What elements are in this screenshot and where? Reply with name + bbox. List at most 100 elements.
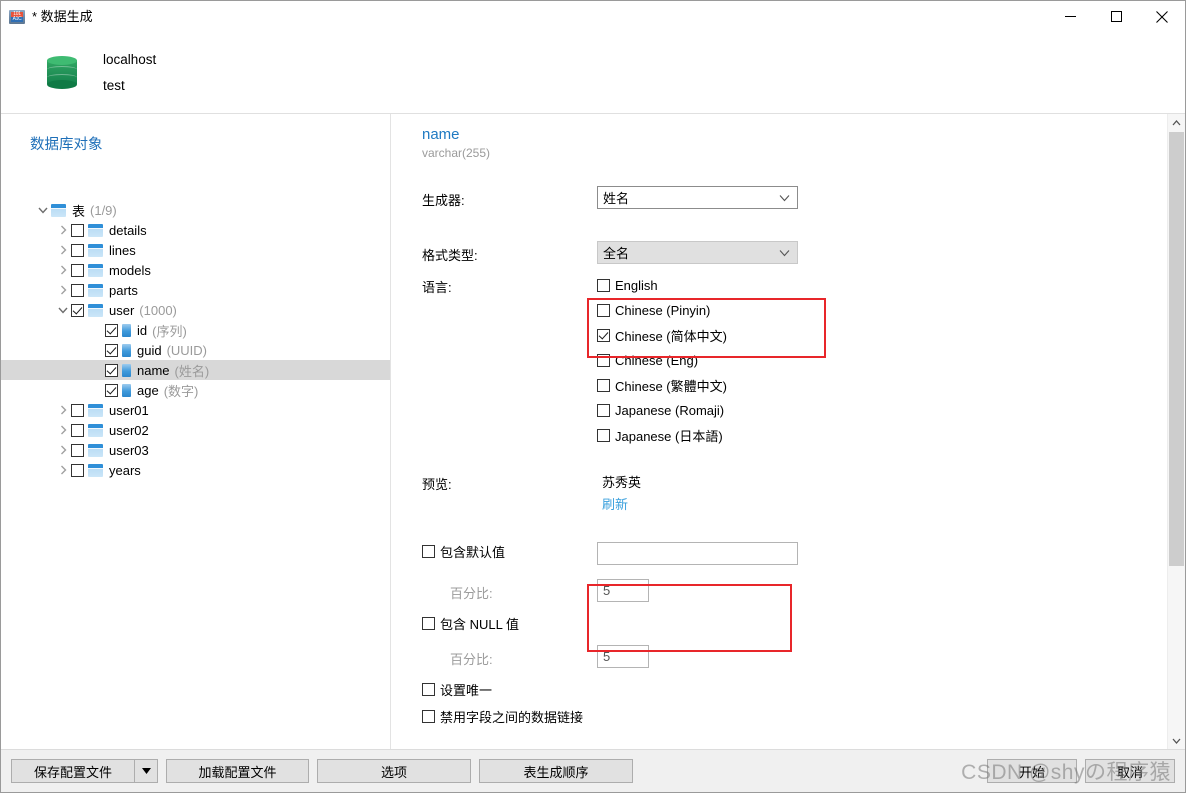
tree-checkbox-parts[interactable] xyxy=(71,283,84,297)
chevron-right-icon[interactable] xyxy=(55,282,71,298)
tree-checkbox-lines[interactable] xyxy=(71,243,84,257)
tree-checkbox-user02[interactable] xyxy=(71,423,84,437)
null-percent-label: 百分比: xyxy=(450,652,493,667)
tree-checkbox-details[interactable] xyxy=(71,223,84,237)
language-option[interactable]: Japanese (Romaji) xyxy=(597,398,727,423)
tree-item-label: user02 xyxy=(109,422,149,438)
object-tree[interactable]: 表 (1/9) details lines models parts user (1000) i… xyxy=(1,200,390,480)
maximize-button[interactable] xyxy=(1093,1,1139,32)
table-order-button[interactable]: 表生成顺序 xyxy=(479,759,633,783)
tree-item-user01[interactable]: user01 xyxy=(1,400,390,420)
include-null-checkbox[interactable]: 包含 NULL 值 xyxy=(422,614,597,633)
tree-item-parts[interactable]: parts xyxy=(1,280,390,300)
tree-item-age[interactable]: age (数字) xyxy=(1,380,390,400)
disable-data-link-label: 禁用字段之间的数据链接 xyxy=(440,710,584,725)
tree-item-lines[interactable]: lines xyxy=(1,240,390,260)
tree-checkbox-user03[interactable] xyxy=(71,443,84,457)
language-option-label: Chinese (Eng) xyxy=(615,353,699,368)
cancel-button[interactable]: 取消 xyxy=(1085,759,1175,783)
scroll-up-button[interactable] xyxy=(1168,114,1185,131)
form-scrollbar[interactable] xyxy=(1167,114,1185,749)
load-profile-button[interactable]: 加载配置文件 xyxy=(166,759,309,783)
language-option[interactable]: English xyxy=(597,273,727,298)
tree-item-meta: (序列) xyxy=(152,323,187,339)
tree-item-label: guid xyxy=(137,342,162,358)
tree-item-name[interactable]: name (姓名) xyxy=(1,360,390,380)
default-percent-input[interactable]: 5 xyxy=(597,579,649,602)
chevron-down-icon[interactable] xyxy=(35,202,51,218)
table-group-icon xyxy=(51,203,66,217)
tree-checkbox-id[interactable] xyxy=(105,323,118,337)
format-type-value: 全名 xyxy=(603,246,630,261)
set-unique-checkbox[interactable]: 设置唯一 xyxy=(422,680,492,699)
table-icon xyxy=(88,223,103,237)
language-option[interactable]: Chinese (Pinyin) xyxy=(597,298,727,323)
column-icon xyxy=(122,363,131,377)
tree-checkbox-age[interactable] xyxy=(105,383,118,397)
chevron-right-icon[interactable] xyxy=(55,242,71,258)
language-option[interactable]: Japanese (日本語) xyxy=(597,423,727,448)
format-type-select[interactable]: 全名 xyxy=(597,241,798,264)
app-icon: 101 A1C xyxy=(9,9,25,25)
tree-item-meta: (1000) xyxy=(139,302,177,318)
tree-item-details[interactable]: details xyxy=(1,220,390,240)
include-default-checkbox[interactable]: 包含默认值 xyxy=(422,542,597,561)
minimize-button[interactable] xyxy=(1047,1,1093,32)
chevron-down-icon[interactable] xyxy=(55,302,71,318)
language-option[interactable]: Chinese (繁體中文) xyxy=(597,373,727,398)
connection-host: localhost xyxy=(103,52,157,68)
table-icon xyxy=(88,443,103,457)
tree-checkbox-years[interactable] xyxy=(71,463,84,477)
close-button[interactable] xyxy=(1139,1,1185,32)
options-button[interactable]: 选项 xyxy=(317,759,471,783)
scrollbar-thumb[interactable] xyxy=(1169,132,1184,566)
tree-item-label: lines xyxy=(109,242,136,258)
include-default-input[interactable] xyxy=(597,542,798,565)
null-percent-input[interactable]: 5 xyxy=(597,645,649,668)
database-icon xyxy=(47,56,77,90)
title-bar: 101 A1C * 数据生成 xyxy=(1,1,1185,33)
tree-checkbox-models[interactable] xyxy=(71,263,84,277)
table-icon xyxy=(88,243,103,257)
tree-item-user02[interactable]: user02 xyxy=(1,420,390,440)
language-option-label: English xyxy=(615,278,658,293)
field-type: varchar(255) xyxy=(422,146,491,160)
start-button[interactable]: 开始 xyxy=(987,759,1077,783)
tree-item-models[interactable]: models xyxy=(1,260,390,280)
language-option[interactable]: Chinese (Eng) xyxy=(597,348,727,373)
tree-item-meta: (数字) xyxy=(163,383,199,399)
save-profile-dropdown-arrow[interactable] xyxy=(134,760,157,782)
connection-info: localhost test xyxy=(103,47,156,98)
generator-select[interactable]: 姓名 xyxy=(597,186,798,209)
save-profile-button[interactable]: 保存配置文件 xyxy=(11,759,158,783)
generator-form: 生成器: 姓名 格式类型: 全名 语言: English Chinese (Pi… xyxy=(391,186,1185,726)
chevron-right-icon[interactable] xyxy=(55,222,71,238)
preview-refresh-link[interactable]: 刷新 xyxy=(602,494,798,516)
language-option[interactable]: Chinese (简体中文) xyxy=(597,323,727,348)
table-icon xyxy=(88,403,103,417)
checkbox-box xyxy=(597,329,610,342)
tree-item-years[interactable]: years xyxy=(1,460,390,480)
tree-item-label: years xyxy=(109,462,141,478)
default-percent-label: 百分比: xyxy=(450,586,493,601)
chevron-right-icon[interactable] xyxy=(55,442,71,458)
tree-checkbox-guid[interactable] xyxy=(105,343,118,357)
include-null-label: 包含 NULL 值 xyxy=(440,617,519,632)
tree-checkbox-user[interactable] xyxy=(71,303,84,317)
tree-checkbox-name[interactable] xyxy=(105,363,118,377)
tree-item-user[interactable]: user (1000) xyxy=(1,300,390,320)
disable-data-link-checkbox[interactable]: 禁用字段之间的数据链接 xyxy=(422,707,583,726)
tree-item-表[interactable]: 表 (1/9) xyxy=(1,200,390,220)
chevron-right-icon[interactable] xyxy=(55,422,71,438)
chevron-right-icon[interactable] xyxy=(55,402,71,418)
footer-right-buttons: 开始 取消 xyxy=(979,759,1175,783)
scroll-down-button[interactable] xyxy=(1168,732,1185,749)
chevron-right-icon[interactable] xyxy=(55,462,71,478)
language-option-label: Chinese (繁體中文) xyxy=(615,379,727,394)
tree-item-guid[interactable]: guid (UUID) xyxy=(1,340,390,360)
tree-item-user03[interactable]: user03 xyxy=(1,440,390,460)
chevron-right-icon[interactable] xyxy=(55,262,71,278)
tree-item-id[interactable]: id (序列) xyxy=(1,320,390,340)
tree-checkbox-user01[interactable] xyxy=(71,403,84,417)
